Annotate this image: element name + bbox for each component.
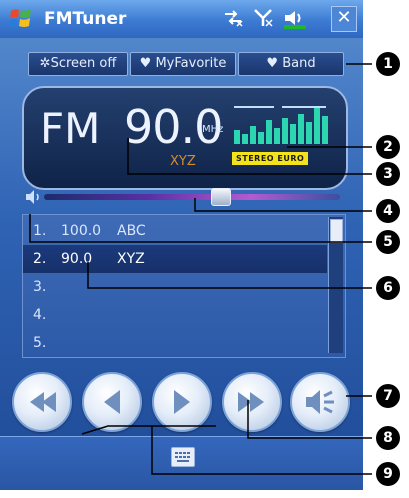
playback-controls [0,364,363,434]
volume-slider-thumb[interactable] [210,188,231,206]
station-row[interactable]: 4. [23,301,327,329]
speaker-button[interactable] [290,372,350,432]
frequency-unit: MHz [202,124,224,135]
my-favorite-label: MyFavorite [155,56,227,71]
rewind-button[interactable] [12,372,72,432]
title-bar: FMTuner ✕ [0,0,363,38]
tuner-display: FM 90.0 MHz XYZ STEREO EURO [22,86,348,190]
band-text: FM [40,104,101,153]
station-index: 4. [33,307,47,323]
previous-icon [104,390,120,414]
station-index: 2. [33,251,47,267]
scrollbar-thumb[interactable] [330,219,343,243]
band-button[interactable]: ♥ Band [238,52,344,76]
top-button-row: ✲Screen off ♥ MyFavorite ♥ Band [0,52,363,76]
volume-icon[interactable] [282,7,308,29]
stereo-badge: STEREO EURO [232,152,309,165]
station-index: 3. [33,279,47,295]
app-title: FMTuner [44,9,127,29]
gear-icon: ✲ [39,56,51,71]
callout-badge: 2 [376,135,400,159]
station-row[interactable]: 3. [23,273,327,301]
callout-badge: 8 [376,426,400,450]
speaker-icon [26,190,39,204]
equalizer-visualizer [234,106,328,144]
signal-icon[interactable] [252,7,274,29]
my-favorite-button[interactable]: ♥ MyFavorite [130,52,236,76]
callout-badge: 1 [376,52,400,76]
station-row[interactable]: 1. 100.0 ABC [23,217,327,245]
close-button[interactable]: ✕ [331,6,357,32]
fast-forward-icon [238,392,264,412]
callout-badge: 6 [376,276,400,300]
station-row[interactable]: 2. 90.0 XYZ [23,245,327,273]
callout-badge: 7 [376,384,400,408]
heart-icon: ♥ [266,56,283,71]
close-icon: ✕ [336,7,352,28]
speaker-icon [306,390,334,414]
screen-off-button[interactable]: ✲Screen off [28,52,128,76]
station-row[interactable]: 5. [23,329,327,357]
connectivity-icon[interactable] [222,7,244,29]
fast-forward-button[interactable] [222,372,282,432]
station-list: 1. 100.0 ABC 2. 90.0 XYZ 3. 4. 5. [22,214,346,358]
callout-badge: 4 [376,199,400,223]
volume-row [22,186,344,210]
list-scrollbar[interactable] [328,217,343,353]
station-name: XYZ [170,154,196,169]
keyboard-icon[interactable] [171,447,195,467]
next-icon [174,390,190,414]
callout-badge: 3 [376,162,400,186]
bottom-bar [0,436,363,490]
windows-start-icon[interactable] [8,6,34,32]
rewind-icon [30,392,56,412]
callout-badge: 9 [376,462,400,486]
volume-slider-track[interactable] [44,194,340,200]
previous-button[interactable] [82,372,142,432]
screen-off-label: Screen off [50,56,117,71]
callout-badge: 5 [376,230,400,254]
band-label: Band [282,56,316,71]
station-index: 5. [33,335,47,351]
station-index: 1. [33,223,47,239]
heart-icon: ♥ [139,56,156,71]
station-frequency: 90.0 [61,251,93,267]
fm-tuner-screen: FMTuner ✕ ✲Screen off ♥ MyFavorite ♥ Ban… [0,0,363,490]
next-button[interactable] [152,372,212,432]
station-name-cell: ABC [117,223,146,239]
station-frequency: 100.0 [61,223,102,239]
station-name-cell: XYZ [117,251,145,267]
